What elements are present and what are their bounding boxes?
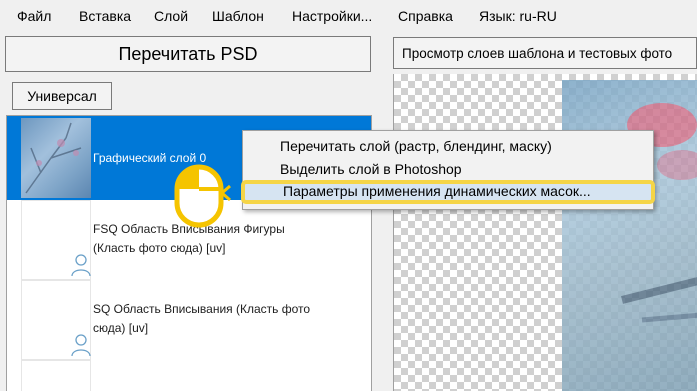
- menu-settings[interactable]: Настройки...: [292, 8, 372, 24]
- reread-psd-button[interactable]: Перечитать PSD: [5, 36, 371, 72]
- layer-name-line2: (Класть фото сюда) [uv]: [93, 241, 226, 255]
- layer-row-partial[interactable]: [7, 360, 371, 391]
- mouse-icon: [174, 164, 231, 228]
- preview-photo: [562, 80, 697, 391]
- layer-name-line1: SQ Область Вписывания (Класть фото: [93, 302, 311, 316]
- menu-bar: Файл Вставка Слой Шаблон Настройки... Сп…: [0, 0, 697, 34]
- layer-name-line2: сюда) [uv]: [93, 321, 149, 335]
- layer-thumbnail: [21, 360, 91, 391]
- menu-help[interactable]: Справка: [398, 8, 453, 24]
- person-icon: [71, 334, 91, 357]
- layer-thumbnail: [21, 200, 91, 280]
- layer-context-menu: Перечитать слой (растр, блендинг, маску)…: [241, 130, 655, 210]
- preview-photo-detail: [621, 103, 697, 323]
- menu-language[interactable]: Язык: ru-RU: [479, 8, 557, 24]
- thumbnail-branches: [25, 122, 82, 194]
- ctx-select-in-photoshop[interactable]: Выделить слой в Photoshop: [244, 158, 652, 180]
- preview-layers-button[interactable]: Просмотр слоев шаблона и тестовых фото: [393, 37, 697, 69]
- layer-thumbnail: [21, 118, 91, 198]
- layer-thumbnail: [21, 280, 91, 360]
- menu-insert[interactable]: Вставка: [79, 8, 131, 24]
- ctx-reread-layer[interactable]: Перечитать слой (растр, блендинг, маску): [244, 135, 652, 157]
- ctx-dynamic-mask-params[interactable]: Параметры применения динамических масок.…: [241, 180, 655, 204]
- preview-canvas[interactable]: [393, 74, 697, 391]
- person-icon: [71, 254, 91, 277]
- menu-template[interactable]: Шаблон: [212, 8, 264, 24]
- menu-file[interactable]: Файл: [17, 8, 51, 24]
- menu-layer[interactable]: Слой: [154, 8, 188, 24]
- layer-row-sq[interactable]: SQ Область Вписывания (Класть фото сюда)…: [7, 280, 371, 360]
- universal-button[interactable]: Универсал: [12, 82, 112, 110]
